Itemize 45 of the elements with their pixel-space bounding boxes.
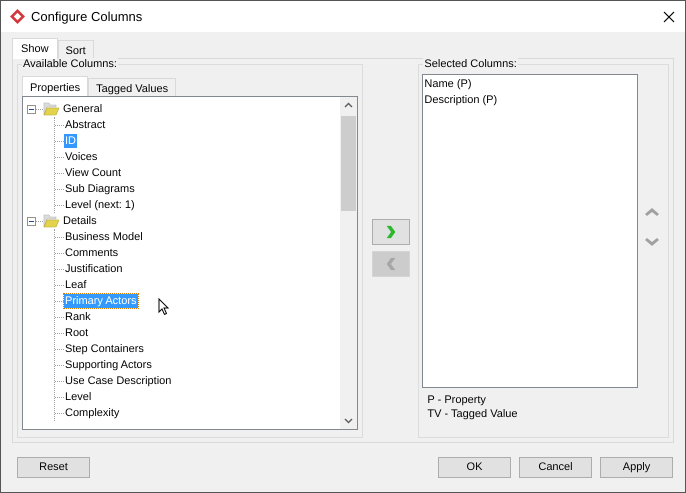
tab[interactable]: Show <box>12 38 58 59</box>
scroll-thumb[interactable] <box>341 116 356 211</box>
tree-item[interactable]: Root <box>64 326 90 340</box>
close-icon[interactable] <box>663 10 675 22</box>
dialog-button[interactable]: Cancel <box>519 457 592 478</box>
scrollbar[interactable] <box>340 97 358 429</box>
tab[interactable]: Sort <box>58 40 94 58</box>
list-item[interactable]: Description (P) <box>424 92 498 108</box>
cursor-icon <box>158 298 170 316</box>
window-title: Configure Columns <box>31 8 142 26</box>
move-down-icon[interactable] <box>644 238 660 248</box>
scroll-down-icon[interactable] <box>344 418 354 424</box>
tree-item[interactable]: View Count <box>64 166 122 180</box>
tree-item[interactable]: Level (next: 1) <box>64 198 136 212</box>
collapse-icon[interactable] <box>27 216 36 226</box>
tree-item[interactable]: Complexity <box>64 406 120 420</box>
dialog-button[interactable]: Reset <box>17 457 90 478</box>
add-column-button[interactable] <box>372 219 410 245</box>
tree-item[interactable]: Sub Diagrams <box>64 182 136 196</box>
tree-item[interactable]: Comments <box>64 246 120 260</box>
tree-item[interactable]: Voices <box>64 150 98 164</box>
tree-item[interactable]: Level <box>64 390 92 404</box>
tree-item[interactable]: Justification <box>64 262 124 276</box>
tree-node[interactable]: Details <box>63 212 97 230</box>
tree-item[interactable]: Supporting Actors <box>64 358 153 372</box>
tree-item[interactable]: Business Model <box>64 230 144 244</box>
dialog-button[interactable]: Apply <box>600 457 673 478</box>
tree-item[interactable]: Step Containers <box>64 342 145 356</box>
move-up-icon[interactable] <box>644 206 660 216</box>
tree-item[interactable]: Use Case Description <box>64 374 172 388</box>
tree-item[interactable]: Abstract <box>64 118 106 132</box>
collapse-icon[interactable] <box>27 104 36 114</box>
tree-node[interactable]: General <box>63 100 102 118</box>
tab[interactable]: Properties <box>22 76 88 97</box>
list-item[interactable]: Name (P) <box>424 76 472 92</box>
tab[interactable]: Tagged Values <box>88 78 176 96</box>
tree-item[interactable]: Leaf <box>64 278 88 292</box>
legend-text: P - Property <box>427 393 487 407</box>
dialog-button[interactable]: OK <box>438 457 511 478</box>
scroll-up-icon[interactable] <box>344 102 354 108</box>
folder-icon <box>43 102 59 116</box>
legend-text: TV - Tagged Value <box>427 407 519 421</box>
tree-item[interactable]: Rank <box>64 310 92 324</box>
folder-icon <box>43 214 59 228</box>
app-logo-icon <box>10 9 25 24</box>
